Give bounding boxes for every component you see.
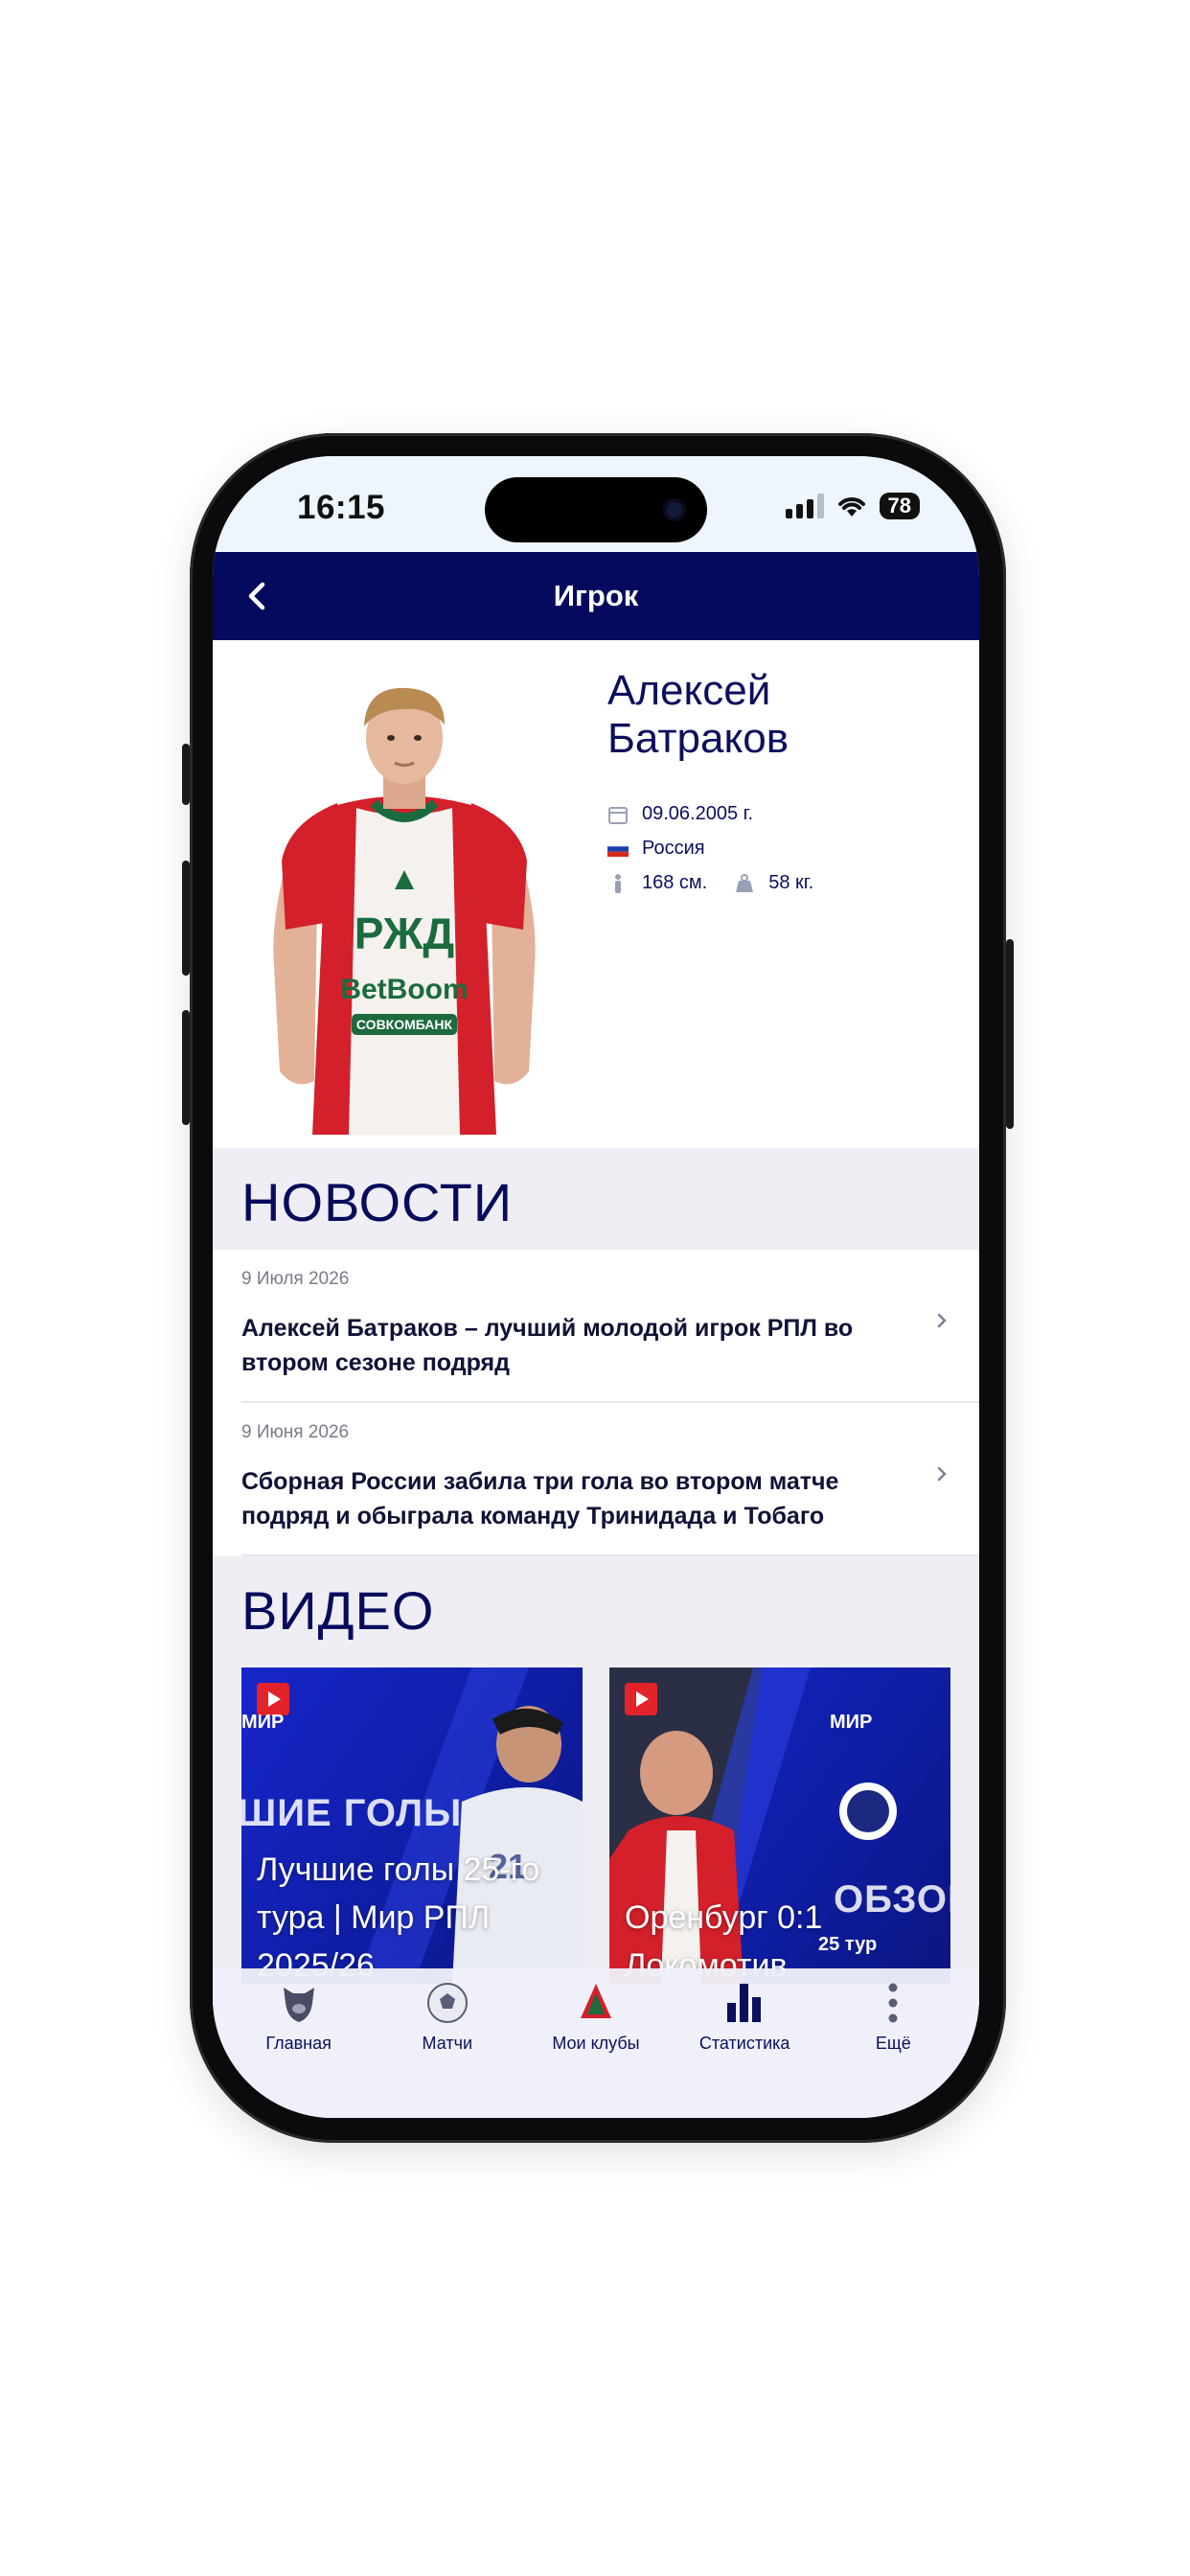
video-title-text: Лучшие голы 25-го тура | Мир РПЛ 2025/26 <box>257 1852 540 1984</box>
lokomotiv-logo-icon <box>571 1978 621 2028</box>
country: Россия <box>642 838 705 859</box>
jersey-sponsor-sovcombank: СОВКОМБАНК <box>356 1017 453 1032</box>
ball-icon <box>423 1978 472 2028</box>
calendar-icon <box>608 806 628 824</box>
mir-rpl-logo: МИР <box>830 1712 873 1733</box>
mir-rpl-logo: МИР <box>241 1712 285 1733</box>
player-photo: РЖД BetBoom СОВКОМБАНК <box>273 687 536 1135</box>
weight-icon <box>736 873 754 892</box>
video-title: ВИДЕО <box>241 1580 435 1641</box>
tab-more[interactable]: Ещё <box>821 1978 965 2054</box>
volume-up-button[interactable] <box>182 861 190 976</box>
news-headline: Сборная России забила три гола во втором… <box>241 1468 839 1530</box>
video-card[interactable]: 21 МИР ШИЕ ГОЛЫ Лучшие голы 25-го тура |… <box>241 1668 583 1984</box>
news-headline: Алексей Батраков – лучший молодой игрок … <box>241 1315 854 1376</box>
russia-flag-icon <box>607 840 629 857</box>
height: 168 см. <box>642 872 708 893</box>
status-time: 16:15 <box>297 489 386 526</box>
chevron-right-icon <box>937 1466 947 1482</box>
camera-icon <box>663 498 686 521</box>
birth-date: 09.06.2005 г. <box>642 803 754 824</box>
volume-down-button[interactable] <box>182 1010 190 1125</box>
tab-label: Мои клубы <box>552 2034 640 2053</box>
bear-icon <box>274 1978 324 2028</box>
news-date: 9 Июля 2026 <box>241 1269 350 1289</box>
back-arrow-icon[interactable] <box>232 571 282 621</box>
action-button[interactable] <box>182 744 190 805</box>
tab-home[interactable]: Главная <box>227 1978 371 2054</box>
country-row: Россия <box>607 838 705 860</box>
wifi-icon <box>837 497 865 517</box>
power-button[interactable] <box>1006 939 1014 1129</box>
jersey-sponsor-rzd: РЖД <box>355 908 454 958</box>
news-date: 9 Июня 2026 <box>241 1422 350 1442</box>
bar-chart-icon <box>720 1978 769 2028</box>
jersey-sponsor-betboom: BetBoom <box>340 974 468 1005</box>
chevron-right-icon <box>937 1313 947 1328</box>
video-overlay-text: ШИЕ ГОЛЫ <box>241 1792 463 1834</box>
play-icon <box>257 1683 289 1715</box>
status-icons: 78 <box>785 493 920 519</box>
tab-label: Статистика <box>698 2034 790 2053</box>
weight: 58 кг. <box>768 872 814 893</box>
cellular-signal-icon <box>785 494 824 518</box>
play-icon <box>625 1683 657 1715</box>
player-card: РЖД BetBoom СОВКОМБАНК Алексей Батраков … <box>213 640 979 1148</box>
tab-label: Матчи <box>422 2034 473 2053</box>
player-name: Алексей Батраков <box>607 667 790 762</box>
news-item[interactable]: 9 Июня 2026 Сборная России забила три го… <box>213 1403 979 1556</box>
news-title: НОВОСТИ <box>241 1172 514 1232</box>
header-title: Игрок <box>553 579 639 612</box>
battery-icon: 78 <box>879 493 920 519</box>
app-header: Игрок <box>213 552 979 640</box>
tab-my-clubs[interactable]: Мои клубы <box>524 1978 668 2054</box>
news-item[interactable]: 9 Июля 2026 Алексей Батраков – лучший мо… <box>213 1250 979 1403</box>
dynamic-island <box>485 477 707 542</box>
status-bar: 16:15 78 <box>213 456 979 552</box>
news-section-header: НОВОСТИ <box>213 1148 979 1250</box>
video-card[interactable]: МИР ОБЗОР 25 тур Оренбург 0:1 Локомотив <box>609 1668 950 1984</box>
tab-statistics[interactable]: Статистика <box>673 1978 816 2054</box>
physique-row: 168 см. 58 кг. <box>607 872 813 894</box>
bottom-tab-bar: Главная Матчи Мои клубы Статистика Ещё <box>213 1968 979 2118</box>
tab-matches[interactable]: Матчи <box>376 1978 519 2054</box>
tab-label: Ещё <box>875 2034 911 2053</box>
birth-date-row: 09.06.2005 г. <box>607 803 753 825</box>
more-vertical-icon <box>868 1978 918 2028</box>
height-icon <box>615 873 621 893</box>
tab-label: Главная <box>265 2034 332 2053</box>
phone-screen: 16:15 78 Игрок РЖД BetBoom СОВКОМБАНК Ал… <box>213 456 979 2118</box>
